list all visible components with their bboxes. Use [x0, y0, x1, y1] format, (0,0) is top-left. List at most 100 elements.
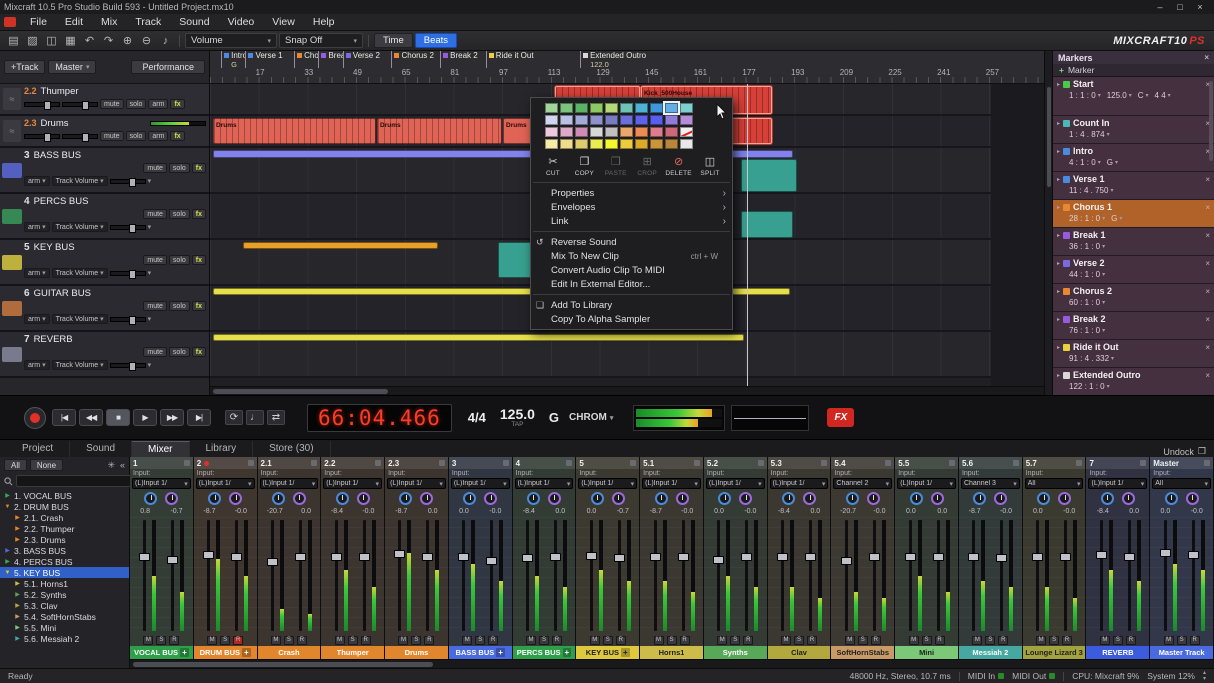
- goto-start-button[interactable]: |◀: [52, 409, 76, 426]
- aux-fader[interactable]: [167, 556, 178, 564]
- redo-icon[interactable]: ↷: [100, 33, 117, 49]
- arrange-vertical-scrollbar[interactable]: [1044, 51, 1052, 395]
- solo-button[interactable]: solo: [169, 255, 190, 265]
- select-all-button[interactable]: All: [4, 459, 27, 471]
- collapse-strip-button[interactable]: [439, 460, 445, 466]
- aux-fader[interactable]: [359, 553, 370, 561]
- marker-intro[interactable]: ▸Intro×4 : 1 : 0▾G▾: [1053, 144, 1214, 172]
- pan-knob[interactable]: [1186, 492, 1199, 505]
- marker-position[interactable]: 44 : 1 : 0: [1069, 269, 1100, 281]
- pan-knob[interactable]: [165, 492, 178, 505]
- marker-extra-value[interactable]: G: [1111, 213, 1117, 225]
- scrollbar-thumb[interactable]: [1047, 87, 1051, 187]
- strip-name-plate[interactable]: Master Track: [1150, 646, 1213, 659]
- ruler-marker-extended-outro[interactable]: Extended Outro122.0: [580, 51, 649, 68]
- color-swatch[interactable]: [650, 139, 663, 149]
- clip[interactable]: [213, 334, 744, 341]
- color-swatch[interactable]: [620, 139, 633, 149]
- aux-fader[interactable]: [550, 553, 561, 561]
- delete-marker-button[interactable]: ×: [1205, 231, 1210, 240]
- color-swatch[interactable]: [680, 103, 693, 113]
- mute-button[interactable]: mute: [143, 163, 167, 173]
- solo-button[interactable]: solo: [126, 131, 147, 141]
- marker-position[interactable]: 122 : 1 : 0: [1069, 381, 1105, 393]
- color-swatch[interactable]: [560, 115, 573, 125]
- aux-fader[interactable]: [678, 553, 689, 561]
- collapse-strip-button[interactable]: [949, 460, 955, 466]
- aux-fader[interactable]: [996, 554, 1007, 562]
- menu-item-link[interactable]: Link›: [531, 214, 732, 228]
- aux-fader[interactable]: [1124, 553, 1135, 561]
- aux-fader[interactable]: [295, 553, 306, 561]
- marker-extra-value[interactable]: 4 4: [1155, 90, 1166, 102]
- mute-button[interactable]: M: [398, 636, 408, 645]
- track-pan-slider[interactable]: [62, 102, 98, 107]
- timeline-ruler[interactable]: 1733496581971131291451611771932092252412…: [210, 51, 1044, 84]
- pan-knob[interactable]: [420, 492, 433, 505]
- input-select[interactable]: Channel 3▾: [961, 478, 1020, 489]
- color-swatch[interactable]: [605, 127, 618, 137]
- send-knob[interactable]: [1101, 492, 1114, 505]
- expand-icon[interactable]: ▸: [1057, 81, 1060, 88]
- send-knob[interactable]: [463, 492, 476, 505]
- menu-item-mix-to-new-clip[interactable]: Mix To New Clipctrl + W: [531, 249, 732, 263]
- marker-position[interactable]: 11 : 4 . 750: [1069, 185, 1108, 197]
- menu-edit[interactable]: Edit: [56, 14, 92, 30]
- expand-icon[interactable]: ▶: [4, 558, 11, 565]
- track-name[interactable]: PERCS BUS: [34, 196, 89, 207]
- color-swatch[interactable]: [545, 103, 558, 113]
- time-display[interactable]: 66:04.466: [307, 404, 452, 432]
- track-name[interactable]: GUITAR BUS: [34, 288, 91, 299]
- fx-button[interactable]: fx: [170, 99, 184, 109]
- add-sub-track-button[interactable]: +: [242, 648, 251, 657]
- volume-fader[interactable]: [1096, 551, 1107, 559]
- clip-drums[interactable]: Drums: [377, 118, 502, 144]
- mixer-strip-drums[interactable]: 2.3Input:(L)Input 1/▾-8.70.0MSRDrums: [385, 457, 449, 659]
- color-swatch[interactable]: [575, 127, 588, 137]
- cut-button[interactable]: ✂CUT: [539, 156, 567, 177]
- menu-item-copy-to-alpha-sampler[interactable]: Copy To Alpha Sampler: [531, 312, 732, 326]
- scrollbar-thumb[interactable]: [213, 389, 388, 394]
- arm-button[interactable]: R: [680, 636, 690, 645]
- automation-expand-icon[interactable]: ▾: [148, 315, 152, 323]
- volume-fader[interactable]: [394, 550, 405, 558]
- volume-fader[interactable]: [841, 557, 852, 565]
- midi-icon[interactable]: ♪: [157, 33, 174, 49]
- expand-icon[interactable]: ▶: [14, 591, 21, 598]
- tree-item-5-4-softhornstabs[interactable]: ▶5.4. SoftHornStabs: [0, 611, 129, 622]
- arm-button[interactable]: R: [297, 636, 307, 645]
- key-display[interactable]: G: [549, 410, 559, 425]
- tempo-display[interactable]: 125.0: [500, 408, 535, 421]
- fx-button[interactable]: fx: [192, 347, 206, 357]
- scrollbar-thumb[interactable]: [133, 662, 433, 667]
- arm-button[interactable]: R: [1126, 636, 1136, 645]
- mute-button[interactable]: M: [1100, 636, 1110, 645]
- color-swatch[interactable]: [620, 103, 633, 113]
- send-knob[interactable]: [973, 492, 986, 505]
- track-volume-slider[interactable]: [110, 363, 146, 368]
- color-swatch[interactable]: [650, 103, 663, 113]
- arm-button[interactable]: arm▾: [24, 360, 50, 370]
- color-swatch[interactable]: [545, 139, 558, 149]
- strip-name-plate[interactable]: BASS BUS+: [449, 646, 512, 659]
- snap-select[interactable]: Snap Off▾: [279, 33, 363, 48]
- collapse-strip-button[interactable]: [1204, 460, 1210, 466]
- mixer-strip-lounge-lizard-3[interactable]: 5.7Input:All▾0.0-0.0MSRLounge Lizard 3: [1023, 457, 1087, 659]
- aux-fader[interactable]: [422, 553, 433, 561]
- add-sub-track-button[interactable]: +: [621, 648, 630, 657]
- collapse-strip-button[interactable]: [694, 460, 700, 466]
- delete-marker-button[interactable]: ×: [1205, 203, 1210, 212]
- mixer-strip-key-bus[interactable]: 5Input:(L)Input 1/▾0.0-0.7MSRKEY BUS+: [576, 457, 640, 659]
- track-volume-slider[interactable]: [24, 102, 60, 107]
- expand-icon[interactable]: ▶: [4, 547, 11, 554]
- tree-item-2-1-crash[interactable]: ▶2.1. Crash: [0, 512, 129, 523]
- collapse-strip-button[interactable]: [375, 460, 381, 466]
- send-knob[interactable]: [144, 492, 157, 505]
- save-icon[interactable]: ◫: [43, 33, 60, 49]
- automation-expand-icon[interactable]: ▾: [148, 177, 152, 185]
- playhead[interactable]: [747, 84, 748, 386]
- track-pan-slider[interactable]: [62, 134, 98, 139]
- delete-marker-button[interactable]: ×: [1205, 343, 1210, 352]
- mute-button[interactable]: mute: [143, 255, 167, 265]
- solo-button[interactable]: S: [475, 636, 485, 645]
